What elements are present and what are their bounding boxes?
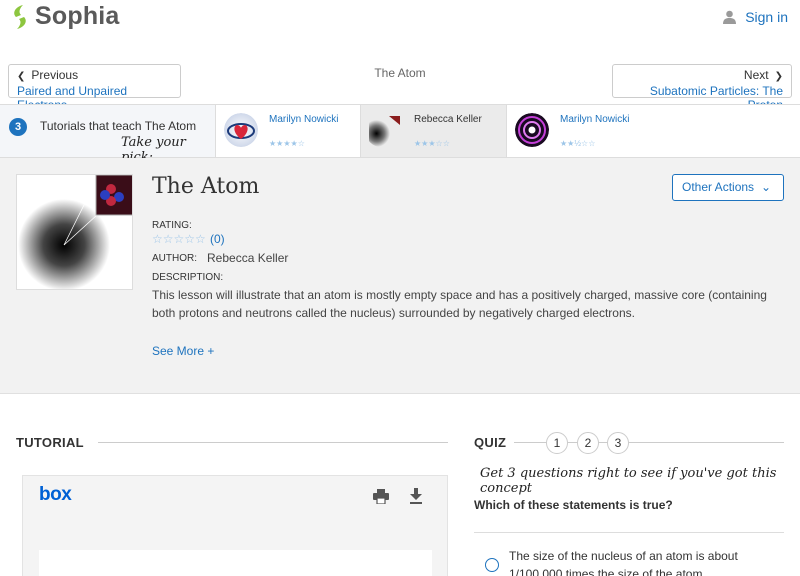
print-icon[interactable] bbox=[373, 489, 389, 504]
previous-dir: ❮ Previous bbox=[17, 68, 172, 84]
sign-in-label: Sign in bbox=[745, 9, 788, 25]
previous-lesson-button[interactable]: ❮Previous Paired and Unpaired Electrons bbox=[8, 64, 181, 112]
tutorial-divider bbox=[98, 442, 448, 443]
tutorial-card-selected[interactable]: Rebecca Keller ★★★☆☆ bbox=[360, 105, 506, 157]
description-label: DESCRIPTION: bbox=[152, 272, 224, 283]
quiz-step-1[interactable]: 1 bbox=[546, 432, 568, 454]
other-actions-dropdown[interactable]: Other Actions ⌄ bbox=[672, 174, 784, 201]
tutorial-card[interactable]: Marilyn Nowicki ★★★★☆ bbox=[215, 105, 360, 157]
lesson-title: The Atom bbox=[152, 174, 260, 199]
answer-divider bbox=[474, 532, 784, 533]
box-logo: box bbox=[39, 484, 72, 505]
tutorial-thumbnail bbox=[224, 113, 258, 147]
sophia-logo-text: Sophia bbox=[35, 2, 120, 30]
sophia-logo[interactable]: Sophia bbox=[9, 2, 120, 31]
quiz-heading: QUIZ bbox=[474, 435, 507, 450]
tutorial-thumbnail bbox=[369, 113, 403, 147]
current-lesson-title: The Atom bbox=[374, 66, 426, 80]
quiz-question: Which of these statements is true? bbox=[474, 498, 673, 512]
answer-option[interactable]: The size of the nucleus of an atom is ab… bbox=[509, 547, 779, 576]
lesson-description: This lesson will illustrate that an atom… bbox=[152, 288, 767, 320]
next-lesson-button[interactable]: Next❯ Subatomic Particles: The Proton bbox=[612, 64, 792, 112]
tutorials-intro: 3 Tutorials that teach The Atom Take you… bbox=[0, 105, 215, 165]
author-label: AUTHOR: bbox=[152, 253, 197, 264]
document-page bbox=[39, 550, 432, 576]
see-more-link[interactable]: See More + bbox=[152, 344, 214, 358]
author-name: Rebecca Keller bbox=[207, 251, 289, 265]
atom-heart-icon bbox=[224, 113, 258, 147]
tutorial-thumbnail bbox=[515, 113, 549, 147]
tutorials-label: Tutorials that teach The Atom bbox=[40, 119, 197, 133]
other-actions-label: Other Actions bbox=[682, 180, 755, 194]
answer-radio[interactable] bbox=[485, 558, 499, 572]
chevron-down-icon: ⌄ bbox=[760, 180, 771, 194]
download-icon[interactable] bbox=[409, 488, 423, 504]
tutorial-rating-stars: ★★★★☆ bbox=[269, 139, 305, 148]
lesson-thumbnail bbox=[16, 174, 133, 290]
rating-label: RATING: bbox=[152, 220, 192, 231]
atom-cloud-icon bbox=[369, 113, 403, 147]
quiz-hint: Get 3 questions right to see if you've g… bbox=[480, 466, 777, 496]
rating-stars[interactable]: ☆☆☆☆☆ bbox=[152, 232, 206, 246]
sign-in-link[interactable]: Sign in bbox=[723, 9, 788, 25]
tutorial-author: Marilyn Nowicki bbox=[269, 114, 339, 125]
tutorial-rating-stars: ★★½☆☆ bbox=[560, 139, 596, 148]
lesson-info-panel: The Atom Other Actions ⌄ RATING: ☆☆☆☆☆ (… bbox=[0, 158, 800, 394]
tutorial-heading: TUTORIAL bbox=[16, 435, 84, 450]
rating-count-link[interactable]: (0) bbox=[210, 232, 225, 246]
tutorial-author: Marilyn Nowicki bbox=[560, 114, 630, 125]
quiz-step-2[interactable]: 2 bbox=[577, 432, 599, 454]
chevron-left-icon: ❮ bbox=[17, 71, 26, 82]
atom-orbit-icon bbox=[515, 113, 549, 147]
user-icon bbox=[723, 10, 737, 24]
tutorial-count-badge: 3 bbox=[9, 118, 27, 136]
box-document-viewer: box bbox=[22, 475, 448, 576]
site-header: Sophia Sign in bbox=[0, 0, 800, 58]
next-label: Next bbox=[743, 68, 769, 82]
tutorial-card[interactable]: Marilyn Nowicki ★★½☆☆ bbox=[506, 105, 800, 157]
lesson-nav: ❮Previous Paired and Unpaired Electrons … bbox=[0, 58, 800, 112]
sophia-logo-icon bbox=[14, 4, 26, 29]
previous-label: Previous bbox=[31, 68, 79, 82]
tutorial-author: Rebecca Keller bbox=[414, 114, 482, 125]
tutorials-strip: 3 Tutorials that teach The Atom Take you… bbox=[0, 104, 800, 165]
next-dir: Next ❯ bbox=[621, 68, 783, 84]
atom-thumbnail-image bbox=[17, 175, 132, 289]
tutorial-rating-stars: ★★★☆☆ bbox=[414, 139, 450, 148]
quiz-step-3[interactable]: 3 bbox=[607, 432, 629, 454]
chevron-right-icon: ❯ bbox=[774, 71, 783, 82]
